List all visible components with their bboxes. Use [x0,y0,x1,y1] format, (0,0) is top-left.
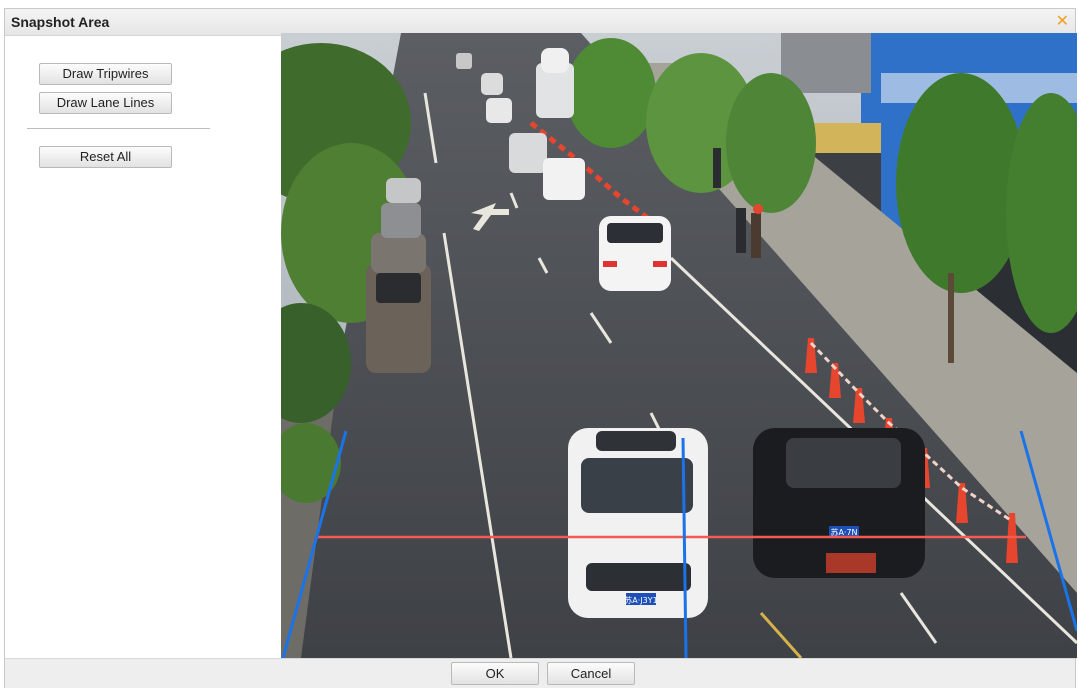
white-sedan-front: 苏A·J3Y1 [568,428,708,618]
black-sedan: 苏A·7N [753,428,925,578]
close-icon[interactable]: ✕ [1056,11,1069,31]
tool-panel: Draw Tripwires Draw Lane Lines Reset All [5,36,281,658]
plate-white-car: 苏A·J3Y1 [624,595,657,605]
draw-tripwires-button[interactable]: Draw Tripwires [39,63,172,85]
snapshot-image[interactable]: 苏A·J3Y1 苏A·7N [281,33,1077,658]
dialog-title: Snapshot Area [11,14,110,30]
snapshot-area-dialog: Snapshot Area ✕ Draw Tripwires Draw Lane… [4,8,1077,688]
panel-divider [27,128,210,129]
plate-black-car: 苏A·7N [830,527,857,537]
reset-all-button[interactable]: Reset All [39,146,172,168]
snapshot-viewport[interactable]: 苏A·J3Y1 苏A·7N [281,33,1077,658]
dialog-footer: OK Cancel [5,658,1075,688]
ok-button[interactable]: OK [451,662,539,685]
draw-lane-lines-button[interactable]: Draw Lane Lines [39,92,172,114]
dialog-titlebar: Snapshot Area ✕ [5,9,1075,36]
white-sedan-mid [599,216,671,291]
cancel-button[interactable]: Cancel [547,662,635,685]
